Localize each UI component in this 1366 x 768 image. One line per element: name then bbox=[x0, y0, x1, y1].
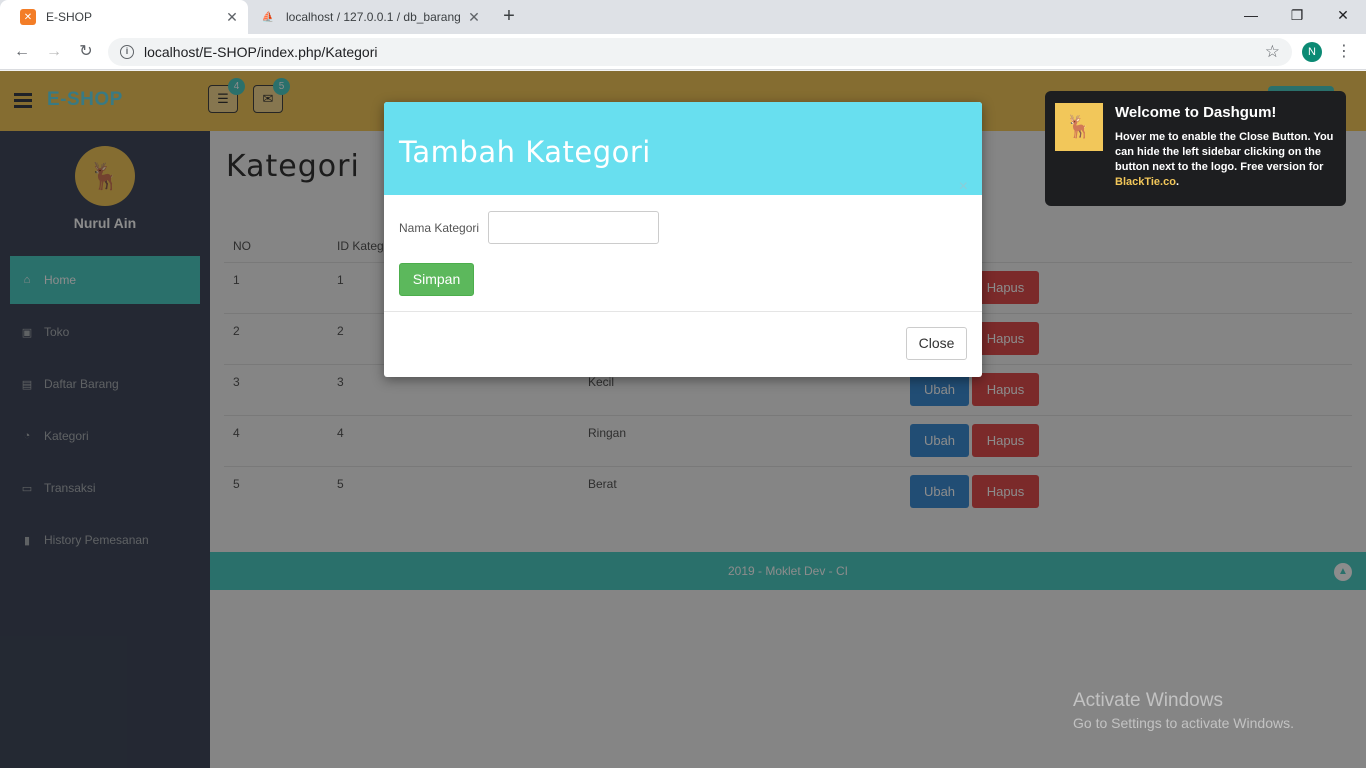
browser-menu-icon[interactable]: ⋮ bbox=[1336, 40, 1352, 64]
tab-close-icon[interactable]: ✕ bbox=[222, 9, 242, 26]
forward-icon[interactable]: → bbox=[42, 40, 66, 64]
back-icon[interactable]: ← bbox=[10, 40, 34, 64]
window-close-icon[interactable]: ✕ bbox=[1320, 0, 1366, 34]
url-text: localhost/E-SHOP/index.php/Kategori bbox=[144, 44, 378, 60]
reload-icon[interactable]: ↻ bbox=[74, 40, 98, 64]
profile-avatar[interactable]: N bbox=[1302, 42, 1322, 62]
new-tab-icon[interactable]: + bbox=[498, 6, 520, 28]
address-bar[interactable]: i localhost/E-SHOP/index.php/Kategori ☆ bbox=[108, 38, 1292, 66]
browser-tab-bar: ✕ E-SHOP ✕ ⛵ localhost / 127.0.0.1 / db_… bbox=[0, 0, 1366, 34]
browser-tab-eshop[interactable]: ✕ E-SHOP ✕ bbox=[0, 0, 248, 34]
bookmark-star-icon[interactable]: ☆ bbox=[1265, 42, 1280, 62]
tab-close-icon[interactable]: ✕ bbox=[464, 9, 484, 26]
windows-activation-watermark: Activate Windows Go to Settings to activ… bbox=[1073, 690, 1294, 731]
phpmyadmin-favicon-icon: ⛵ bbox=[261, 11, 275, 23]
simpan-button[interactable]: Simpan bbox=[399, 263, 474, 296]
tab-title: E-SHOP bbox=[46, 10, 93, 24]
minimize-icon[interactable]: — bbox=[1228, 0, 1274, 34]
modal-title: Tambah Kategori bbox=[399, 135, 651, 169]
modal-close-icon[interactable]: × bbox=[959, 179, 968, 195]
close-button[interactable]: Close bbox=[906, 327, 967, 360]
browser-tab-phpmyadmin[interactable]: ⛵ localhost / 127.0.0.1 / db_barang ✕ bbox=[248, 0, 490, 34]
restore-icon[interactable]: ❐ bbox=[1274, 0, 1320, 34]
notification-text: Hover me to enable the Close Button. You… bbox=[1115, 130, 1339, 190]
modal-body: Nama Kategori Simpan bbox=[384, 195, 982, 312]
browser-toolbar: ← → ↻ i localhost/E-SHOP/index.php/Kateg… bbox=[0, 34, 1366, 70]
tab-title: localhost / 127.0.0.1 / db_barang bbox=[286, 10, 461, 24]
xampp-favicon-icon: ✕ bbox=[20, 9, 36, 25]
notification-body: Hover me to enable the Close Button. You… bbox=[1115, 131, 1334, 173]
nama-kategori-label: Nama Kategori bbox=[399, 221, 480, 235]
nama-kategori-input[interactable] bbox=[488, 211, 659, 244]
notification-suffix: . bbox=[1175, 176, 1180, 188]
blacktie-link[interactable]: BlackTie.co bbox=[1115, 176, 1176, 188]
welcome-notification[interactable]: 🦌 Welcome to Dashgum! Hover me to enable… bbox=[1045, 91, 1346, 206]
watermark-title: Activate Windows bbox=[1073, 690, 1223, 711]
tambah-kategori-modal: Tambah Kategori × Nama Kategori Simpan C… bbox=[384, 102, 982, 377]
watermark-subtitle: Go to Settings to activate Windows. bbox=[1073, 715, 1294, 731]
deer-logo-icon: 🦌 bbox=[1055, 103, 1103, 151]
site-info-icon[interactable]: i bbox=[120, 45, 134, 59]
modal-footer: Close bbox=[384, 312, 982, 376]
notification-title: Welcome to Dashgum! bbox=[1115, 104, 1277, 121]
modal-header: Tambah Kategori × bbox=[384, 102, 982, 195]
